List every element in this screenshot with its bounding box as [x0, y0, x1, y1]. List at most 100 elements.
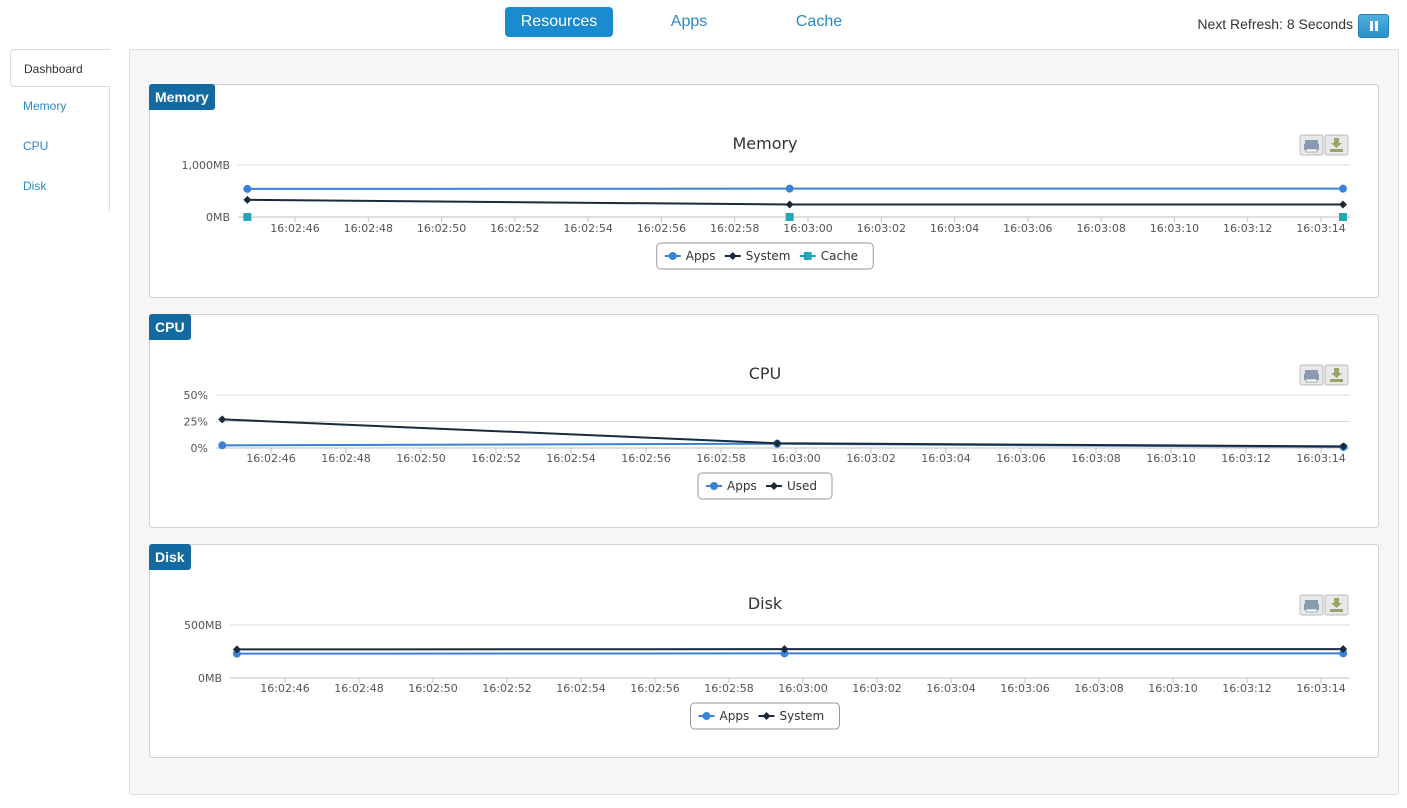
memory-card-tag: Memory	[149, 84, 215, 110]
x-tick-label: 16:03:00	[778, 682, 827, 695]
series-line	[247, 198, 1343, 206]
x-tick-label: 16:02:56	[630, 682, 679, 695]
x-tick-label: 16:03:04	[930, 222, 979, 235]
data-point	[1338, 213, 1347, 221]
y-tick-label: 0MB	[198, 672, 222, 685]
pause-button[interactable]	[1358, 14, 1389, 38]
x-tick-label: 16:03:12	[1222, 682, 1271, 695]
x-tick-label: 16:03:10	[1146, 452, 1195, 465]
next-refresh-label: Next Refresh: 8 Seconds	[1197, 16, 1353, 32]
x-tick-label: 16:03:06	[1003, 222, 1052, 235]
x-tick-label: 16:03:02	[846, 452, 895, 465]
x-tick-label: 16:03:14	[1296, 222, 1345, 235]
x-tick-label: 16:02:54	[546, 452, 595, 465]
print-button[interactable]	[1299, 594, 1324, 616]
data-point	[1338, 184, 1347, 193]
memory-card: Memory 0MB 1,000MB 16:02:46 16:02:48 16:02:50…	[149, 84, 1379, 298]
disk-chart: Disk 0MB 500MB 16:02:46 16:02:48 16:02:50 16:0…	[184, 594, 1350, 730]
legend-label: Apps	[686, 249, 716, 263]
x-tick-label: 16:03:02	[857, 222, 906, 235]
y-tick-label: 50%	[184, 389, 208, 402]
series-system	[232, 645, 1348, 654]
disk-card-tag: Disk	[149, 544, 191, 570]
series-system	[243, 195, 1347, 209]
print-button[interactable]	[1299, 134, 1324, 156]
data-point	[785, 213, 794, 221]
series-apps	[232, 649, 1348, 658]
x-tick-label: 16:03:00	[771, 452, 820, 465]
x-tick-label: 16:02:50	[396, 452, 445, 465]
data-point	[785, 184, 794, 193]
chart-legend: Apps System Cache	[656, 242, 874, 270]
data-point	[785, 200, 794, 209]
x-tick-label: 16:03:14	[1296, 682, 1345, 695]
tab-resources[interactable]: Resources	[505, 7, 613, 37]
sidebar-item-memory[interactable]: Memory	[10, 87, 109, 127]
y-tick-label: 0MB	[206, 211, 230, 224]
chart-title: Disk	[748, 594, 783, 613]
y-tick-label: 0%	[191, 442, 208, 455]
chart-legend: Apps Used	[697, 472, 833, 500]
print-icon	[1304, 370, 1319, 383]
x-tick-label: 16:02:50	[417, 222, 466, 235]
x-tick-label: 16:02:52	[490, 222, 539, 235]
x-tick-label: 16:02:56	[621, 452, 670, 465]
tab-cache[interactable]: Cache	[780, 7, 858, 37]
download-button[interactable]	[1324, 594, 1349, 616]
data-point	[243, 213, 252, 221]
legend-label: Apps	[727, 479, 757, 493]
sidebar: Dashboard Memory CPU Disk	[10, 49, 110, 211]
sidebar-item-disk[interactable]: Disk	[10, 167, 109, 207]
x-tick-label: 16:02:50	[408, 682, 457, 695]
x-tick-label: 16:02:48	[321, 452, 370, 465]
data-point	[218, 415, 227, 424]
chart-title: Memory	[732, 134, 797, 153]
disk-card: Disk 0MB 500MB 16:02:46 16:02:48 16:02:50 16:0…	[149, 544, 1379, 758]
print-button[interactable]	[1299, 364, 1324, 386]
data-point	[243, 184, 252, 193]
download-button[interactable]	[1324, 364, 1349, 386]
x-tick-label: 16:02:52	[482, 682, 531, 695]
sidebar-item-cpu[interactable]: CPU	[10, 127, 109, 167]
chart-legend: Apps System	[690, 702, 840, 730]
x-tick-label: 16:03:04	[926, 682, 975, 695]
data-point	[243, 195, 252, 204]
main-panel: Memory 0MB 1,000MB 16:02:46 16:02:48 16:02:50…	[129, 49, 1399, 795]
cpu-card-tag: CPU	[149, 314, 191, 340]
legend-label: Apps	[720, 709, 750, 723]
x-tick-label: 16:02:58	[696, 452, 745, 465]
legend-marker	[702, 712, 711, 720]
data-point	[218, 441, 227, 450]
x-tick-label: 16:03:08	[1074, 682, 1123, 695]
data-point	[1338, 200, 1347, 209]
tab-apps[interactable]: Apps	[650, 7, 728, 37]
x-tick-label: 16:03:08	[1076, 222, 1125, 235]
legend-label: System	[780, 709, 825, 723]
memory-chart: Memory 0MB 1,000MB 16:02:46 16:02:48 16:02:50…	[181, 134, 1350, 270]
x-tick-label: 16:03:00	[783, 222, 832, 235]
x-tick-label: 16:03:06	[1000, 682, 1049, 695]
x-tick-label: 16:03:10	[1148, 682, 1197, 695]
series-apps	[243, 184, 1347, 193]
print-icon	[1304, 600, 1319, 613]
x-tick-label: 16:03:14	[1296, 452, 1345, 465]
x-tick-label: 16:02:48	[334, 682, 383, 695]
x-tick-label: 16:02:58	[710, 222, 759, 235]
x-tick-label: 16:03:08	[1071, 452, 1120, 465]
download-button[interactable]	[1324, 134, 1349, 156]
x-tick-label: 16:02:46	[246, 452, 295, 465]
x-tick-label: 16:02:52	[471, 452, 520, 465]
print-icon	[1304, 140, 1319, 153]
sidebar-item-dashboard[interactable]: Dashboard	[10, 49, 110, 87]
y-tick-label: 25%	[184, 416, 208, 429]
y-tick-label: 500MB	[184, 619, 222, 632]
x-tick-label: 16:02:54	[556, 682, 605, 695]
x-tick-label: 16:02:46	[260, 682, 309, 695]
x-tick-label: 16:02:48	[344, 222, 393, 235]
top-nav: Resources Apps Cache Next Refresh: 8 Sec…	[0, 0, 1407, 46]
chart-title: CPU	[749, 364, 782, 383]
cpu-card: CPU 0% 25% 50% 16:02:46 16:02:48 16:02:50 16:02…	[149, 314, 1379, 528]
series-line	[222, 418, 1344, 448]
legend-marker	[803, 252, 812, 260]
x-tick-label: 16:03:12	[1221, 452, 1270, 465]
